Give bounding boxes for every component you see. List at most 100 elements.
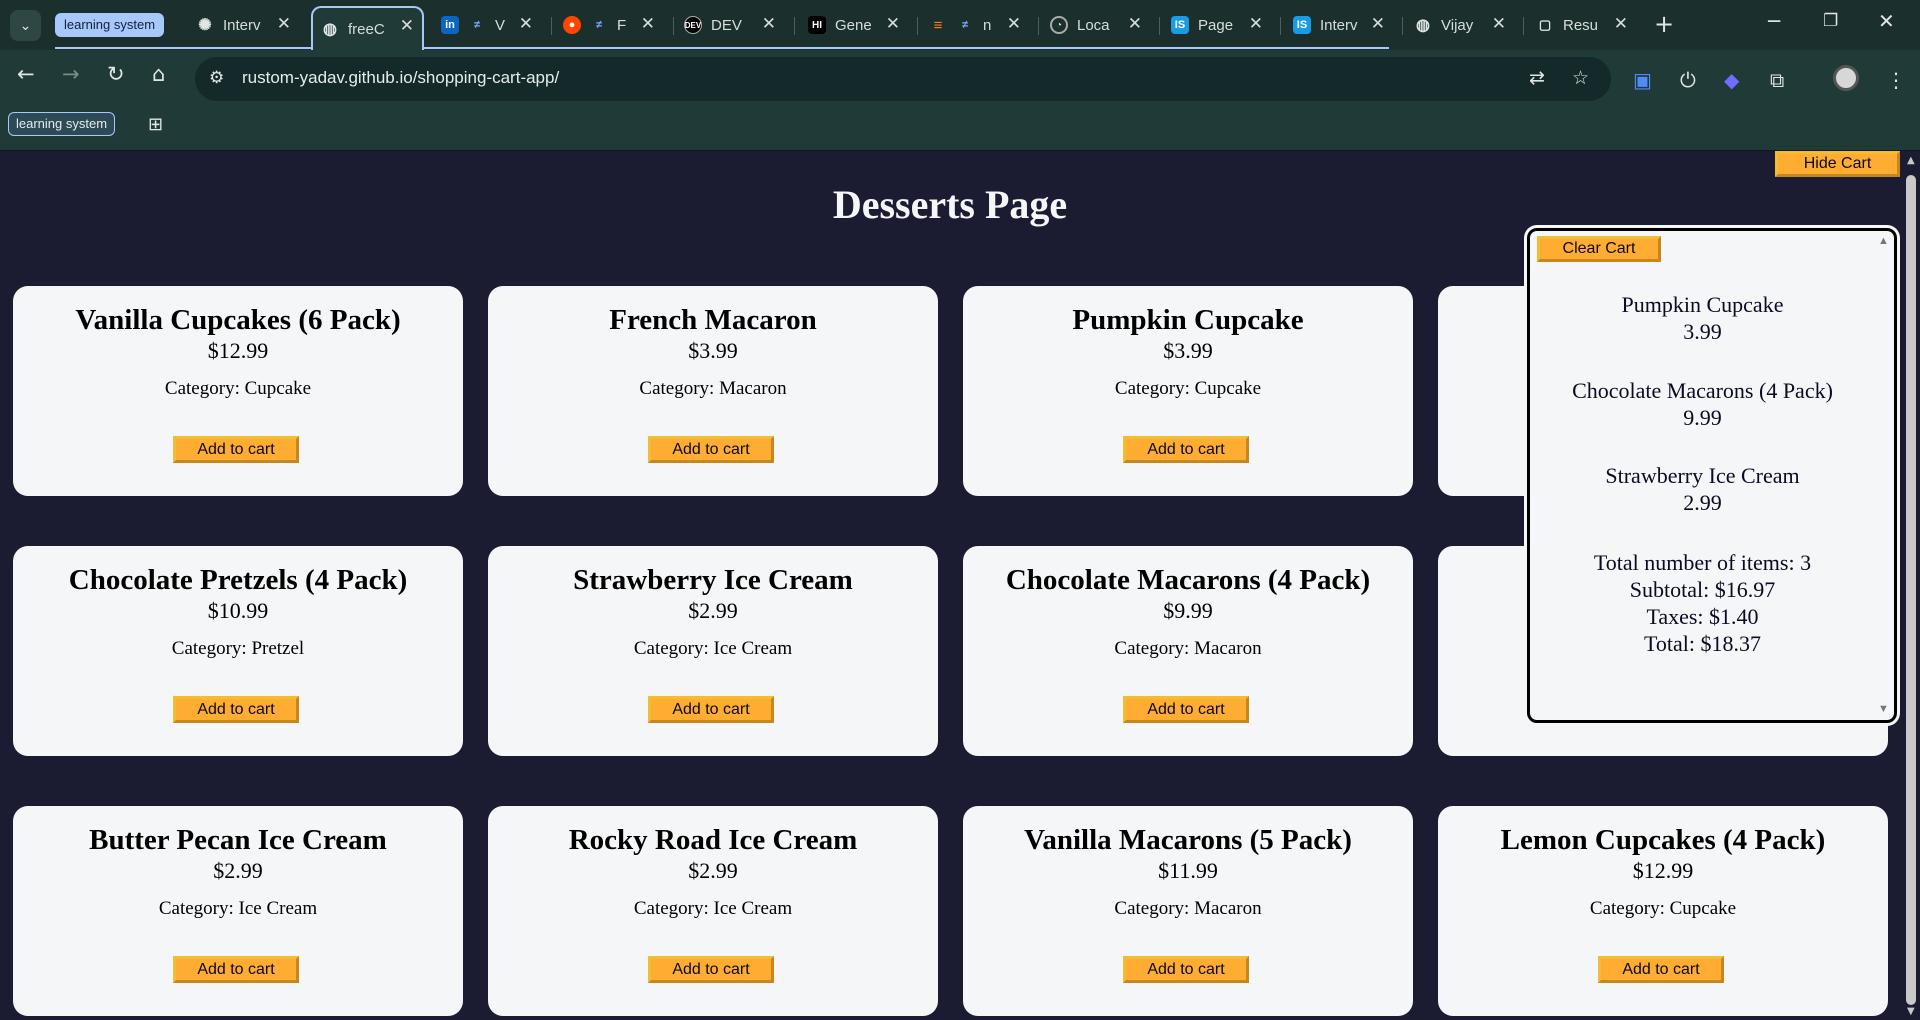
add-to-cart-button[interactable]: Add to cart xyxy=(173,956,299,983)
product-category: Category: Cupcake xyxy=(164,378,312,399)
page-scrollbar[interactable]: ▲ ▼ xyxy=(1902,151,1920,1020)
reddit-icon: ● xyxy=(563,16,581,34)
apps-grid-icon[interactable]: ⊞ xyxy=(148,114,163,135)
product-name: Butter Pecan Ice Cream xyxy=(89,824,387,856)
add-to-cart-button[interactable]: Add to cart xyxy=(1123,436,1249,463)
tab-separator xyxy=(917,17,918,35)
clear-cart-button[interactable]: Clear Cart xyxy=(1537,236,1661,262)
cart-panel: Clear Cart Pumpkin Cupcake 3.99 Chocolat… xyxy=(1527,228,1897,723)
close-icon[interactable]: ✕ xyxy=(1128,14,1142,34)
close-icon[interactable]: ✕ xyxy=(277,14,291,34)
scroll-up-icon[interactable]: ▲ xyxy=(1878,235,1889,247)
add-to-cart-button[interactable]: Add to cart xyxy=(1598,956,1724,983)
tab[interactable]: HI Gene ✕ xyxy=(808,8,900,42)
product-name: Vanilla Macarons (5 Pack) xyxy=(1024,824,1352,856)
product-name: Rocky Road Ice Cream xyxy=(568,824,858,856)
add-to-cart-button[interactable]: Add to cart xyxy=(648,436,774,463)
cart-item-name: Pumpkin Cupcake xyxy=(1621,292,1784,317)
url-text[interactable]: rustom-yadav.github.io/shopping-cart-app… xyxy=(242,68,559,88)
product-price: $11.99 xyxy=(1158,858,1218,883)
add-to-cart-button[interactable]: Add to cart xyxy=(1123,696,1249,723)
translate-icon[interactable]: ⇄ xyxy=(1529,67,1545,89)
hide-cart-button[interactable]: Hide Cart xyxy=(1775,151,1900,177)
shield-extension-icon[interactable]: ◆ xyxy=(1724,68,1739,92)
home-icon[interactable]: ⌂ xyxy=(152,62,165,86)
scroll-up-icon[interactable]: ▲ xyxy=(1907,155,1915,166)
close-icon[interactable]: ✕ xyxy=(641,14,655,34)
add-to-cart-button[interactable]: Add to cart xyxy=(648,956,774,983)
cart-item-price: 9.99 xyxy=(1683,405,1722,430)
product-name: Pumpkin Cupcake xyxy=(1072,304,1304,336)
product-card: Chocolate Pretzels (4 Pack) $10.99 Categ… xyxy=(13,546,463,756)
tab[interactable]: ▢ Resu ✕ xyxy=(1536,8,1628,42)
tab-separator xyxy=(1038,17,1039,35)
cart-scrollbar[interactable]: ▲ ▼ xyxy=(1877,235,1891,715)
cart-item: Pumpkin Cupcake 3.99 xyxy=(1530,291,1875,345)
tab[interactable]: ≡ ≠ n ✕ xyxy=(929,8,1021,42)
add-to-cart-button[interactable]: Add to cart xyxy=(173,436,299,463)
bookmark-group-chip[interactable]: learning system xyxy=(8,112,116,136)
forward-icon[interactable]: → xyxy=(62,62,80,86)
close-icon[interactable]: ✕ xyxy=(886,14,900,34)
product-name: Lemon Cupcakes (4 Pack) xyxy=(1500,824,1826,856)
scrollbar-thumb[interactable] xyxy=(1906,175,1916,1005)
menu-kebab-icon[interactable]: ⋮ xyxy=(1886,68,1906,92)
extensions-puzzle-icon[interactable]: ⧉ xyxy=(1770,68,1784,92)
add-to-cart-button[interactable]: Add to cart xyxy=(173,696,299,723)
tab-group-chip[interactable]: learning system xyxy=(55,13,165,37)
site-info-icon[interactable]: ⚙ xyxy=(209,68,224,88)
close-icon[interactable]: ✕ xyxy=(762,14,776,34)
product-category: Category: Ice Cream xyxy=(633,898,793,919)
tab[interactable]: ● ≠ F ✕ xyxy=(563,8,655,42)
pin-icon: ≠ xyxy=(595,19,603,31)
cart-subtotal: Subtotal: $16.97 xyxy=(1629,577,1776,602)
close-icon[interactable]: ✕ xyxy=(1371,14,1385,34)
gfg-icon: HI xyxy=(808,16,826,34)
browser-chrome: ⌄ learning system ✺ Interv ✕ ◍ freeC ✕ i… xyxy=(0,0,1920,151)
page-title: Desserts Page xyxy=(832,182,1068,227)
reload-icon[interactable]: ↻ xyxy=(107,62,125,86)
close-icon[interactable]: ✕ xyxy=(1249,14,1263,34)
tab[interactable]: ◍ Vijay ✕ xyxy=(1414,8,1506,42)
product-category: Category: Ice Cream xyxy=(633,638,793,659)
tab-title: n xyxy=(983,16,992,34)
tab[interactable]: ✺ Interv ✕ xyxy=(196,8,291,42)
product-price: $12.99 xyxy=(1632,858,1694,883)
tab[interactable]: DEV DEV ✕ xyxy=(684,8,776,42)
tab[interactable]: IS Interv ✕ xyxy=(1293,8,1385,42)
address-bar[interactable]: ⚙ rustom-yadav.github.io/shopping-cart-a… xyxy=(195,57,1611,101)
scroll-down-icon[interactable]: ▼ xyxy=(1878,703,1889,715)
bookmark-star-icon[interactable]: ☆ xyxy=(1572,67,1589,89)
add-to-cart-button[interactable]: Add to cart xyxy=(1123,956,1249,983)
close-icon[interactable]: ✕ xyxy=(1492,14,1506,34)
tab-title: Page xyxy=(1198,16,1234,34)
bookmarks-bar: learning system ⊞ xyxy=(0,108,1920,151)
product-card: Pumpkin Cupcake $3.99 Category: Cupcake … xyxy=(963,286,1413,496)
scroll-down-icon[interactable]: ▼ xyxy=(1907,1006,1915,1017)
doc-icon: ▢ xyxy=(1538,17,1552,32)
close-icon[interactable]: ✕ xyxy=(519,14,533,34)
add-to-cart-button[interactable]: Add to cart xyxy=(648,696,774,723)
close-window-icon[interactable]: ✕ xyxy=(1878,9,1895,33)
product-card: French Macaron $3.99 Category: Macaron A… xyxy=(488,286,938,496)
globe-icon: ◍ xyxy=(1416,17,1430,34)
google-translate-extension-icon[interactable]: ▣ xyxy=(1633,68,1652,92)
tab[interactable]: ◔ Loca ✕ xyxy=(1050,8,1142,42)
restore-icon[interactable]: ❐ xyxy=(1823,11,1838,31)
tab-active[interactable]: ◍ freeC ✕ xyxy=(311,6,424,50)
product-price: $3.99 xyxy=(1163,338,1213,363)
close-icon[interactable]: ✕ xyxy=(1007,14,1021,34)
dev-icon: DEV xyxy=(684,16,702,34)
power-extension-icon[interactable]: ⏻ xyxy=(1680,68,1696,92)
profile-avatar[interactable] xyxy=(1833,65,1859,91)
minimize-icon[interactable]: ─ xyxy=(1768,9,1780,33)
tab-separator xyxy=(1159,17,1160,35)
tab[interactable]: IS Page ✕ xyxy=(1171,8,1263,42)
back-icon[interactable]: ← xyxy=(17,62,35,86)
tab-search-button[interactable]: ⌄ xyxy=(10,10,41,41)
close-icon[interactable]: ✕ xyxy=(1614,14,1628,34)
tab[interactable]: in ≠ V ✕ xyxy=(441,8,533,42)
close-icon[interactable]: ✕ xyxy=(400,16,414,36)
new-tab-icon[interactable]: + xyxy=(1654,10,1674,38)
cart-item: Chocolate Macarons (4 Pack) 9.99 xyxy=(1530,377,1875,431)
